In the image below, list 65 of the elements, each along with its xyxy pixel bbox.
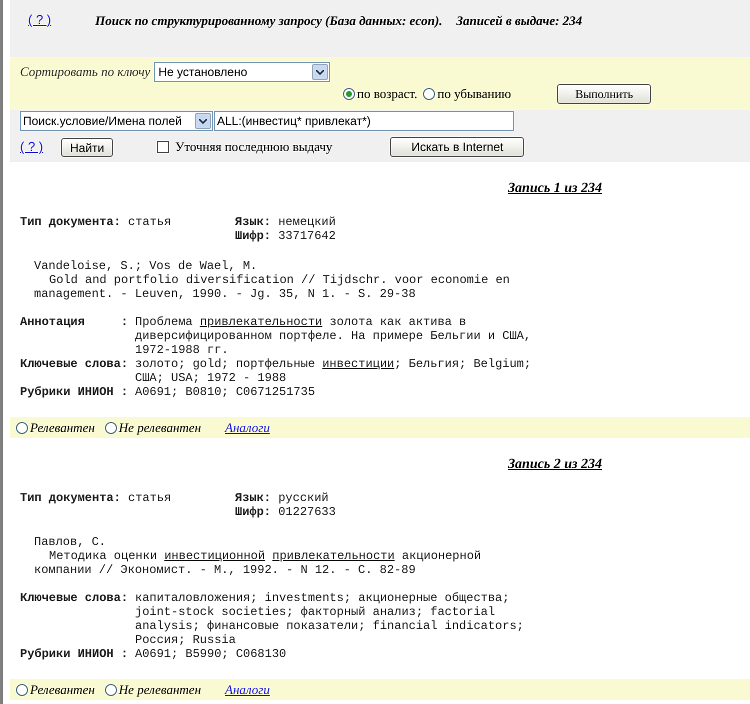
help-link[interactable]: ( ? ) [20,137,44,157]
refine-checkbox[interactable] [157,141,170,153]
field-value-line: A0691; B0810; C0671251735 [135,385,316,399]
field-value: 33717642 [278,229,336,243]
field-label: Тип документа: [20,215,121,229]
author-line: Павлов, С. [34,535,108,549]
citation-line: компании // Экономист. - М., 1992. - N 12. - С. 82-89 [34,563,417,577]
help-link[interactable]: ( ? ) [28,10,52,30]
radio-button[interactable] [104,684,117,696]
checkbox-label: Уточняя последнюю выдачу [175,138,332,156]
citation-line: management. - Leuven, 1990. - Jg. 35, N 1. - S. 29-38 [34,287,417,301]
sort-select[interactable]: Не установлено [154,62,330,82]
field-label: Язык: [235,491,272,505]
field-value: статья [128,491,172,505]
sort-label: Сортировать по ключу [20,63,150,82]
field-value-line: диверсифицированном портфеле. На примере Бельгии и США, [135,329,532,343]
field-value-line: 1972-1988 гг. [135,343,230,357]
field-label: Рубрики ИНИОН : [20,385,128,399]
field-value: статья [128,215,172,229]
analogs-link[interactable]: Аналоги [225,418,270,438]
radio-button[interactable] [16,422,28,434]
radio-label: по возраст. [357,85,418,104]
field-select[interactable]: Поиск.условие/Имена полей [20,111,213,131]
record-count: Записей в выдаче: 234 [456,12,582,30]
field-label: Шифр: [235,229,272,243]
field-label: Аннотация : [20,315,128,329]
field-value: 01227633 [278,505,336,519]
field-value-line: Проблема привлекательности золота как актива в [135,315,468,329]
citation-line: Gold and portfolio diversification // Tijdschr. voor economie en [49,273,511,287]
find-button[interactable]: Найти [61,138,114,156]
caret-icon [199,118,207,124]
field-label: Ключевые слова: [20,591,128,605]
field-value: русский [278,491,329,505]
radio-label: Не релевантен [118,418,202,437]
caret-icon [316,70,324,74]
radio-button[interactable] [343,88,355,100]
run-button[interactable]: Выполнить [557,84,652,104]
radio-label: Не релевантен [118,680,202,699]
radio-label: Релевантен [30,680,95,699]
field-value-line: золото; gold; портфельные инвестиции; Бельгия; Belgium; [135,357,532,371]
field-value-line: Россия; Russia [135,633,237,647]
internet-search-button[interactable]: Искать в Internet [390,137,524,157]
radio-button[interactable] [104,422,117,434]
field-value-line: A0691; B5990; C068130 [135,647,286,661]
record-heading: Запись 2 из 234 [508,456,602,474]
field-label: Шифр: [235,505,272,519]
radio-label: по убыванию [437,85,512,104]
field-label: Ключевые слова: [20,357,128,371]
field-label: Рубрики ИНИОН : [20,647,128,661]
field-value-line: капиталовложения; investments; акционерные общества; [135,591,510,605]
field-value: немецкий [278,215,336,229]
author-line: Vandeloise, S.; Vos de Wael, M. [34,259,258,273]
analogs-link[interactable]: Аналоги [225,680,270,700]
radio-button[interactable] [16,684,28,696]
radio-button[interactable] [423,88,436,100]
field-label: Язык: [235,215,272,229]
field-value-line: analysis; финансовые показатели; financial indicators; [135,619,524,633]
query-field[interactable]: ALL:(инвестиц* привлекат*) [214,111,514,131]
field-value-line: joint-stock societies; факторный анализ; factorial [135,605,496,619]
radio-label: Релевантен [30,418,95,437]
record-heading: Запись 1 из 234 [508,180,602,198]
field-label: Тип документа: [20,491,121,505]
citation-line: Методика оценки инвестиционной привлекательности акционерной [49,549,482,563]
page-title: Поиск по структурированному запросу (База данных: econ). [95,12,442,30]
field-value-line: США; USA; 1972 - 1988 [135,371,288,385]
